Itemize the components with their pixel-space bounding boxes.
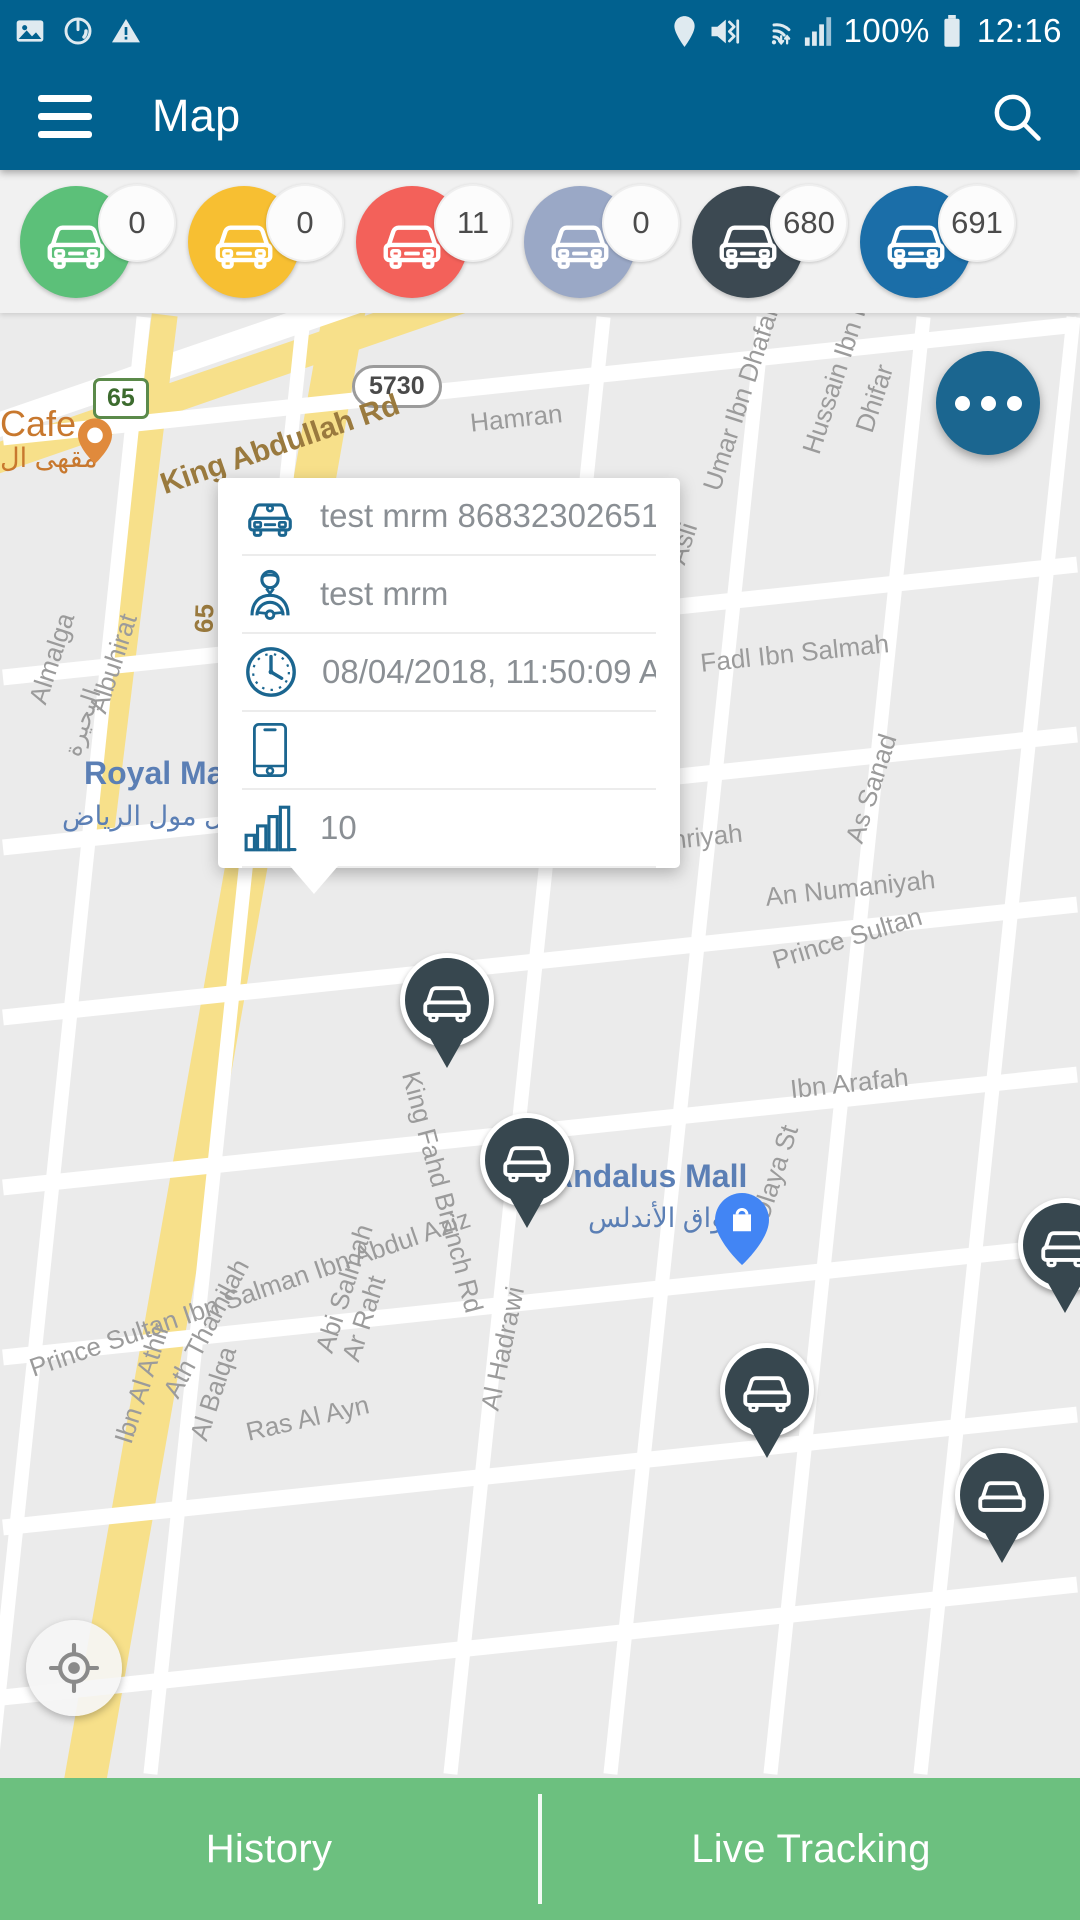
- poi-label-andalus-mall: Andalus Mall: [550, 1158, 748, 1194]
- shopping-mall-pin-icon[interactable]: [714, 1193, 770, 1265]
- status-bar-right-icons: 100% 12:16: [671, 12, 1063, 50]
- info-row-driver: test mrm: [242, 556, 656, 634]
- signal-bars-icon: [242, 798, 298, 858]
- timestamp-value: 08/04/2018, 11:50:09 AM: [322, 653, 656, 690]
- chip-count-grey-blue: 0: [602, 183, 680, 262]
- poi-label-cafe: Cafe: [0, 403, 77, 444]
- vehicle-map-pin[interactable]: [720, 1343, 814, 1437]
- road-label: Prince Sultan Ibn Salman Ibn Abdul Aziz: [25, 1203, 475, 1383]
- road-label: As Sanad: [839, 730, 903, 847]
- driver-name-value: test mrm: [320, 575, 449, 612]
- search-icon[interactable]: [986, 86, 1046, 146]
- more-options-icon: [980, 395, 996, 411]
- power-sync-icon: [64, 17, 92, 45]
- road-label: Almalga: [22, 609, 81, 708]
- info-row-timestamp: 08/04/2018, 11:50:09 AM: [242, 634, 656, 712]
- chip-count-blue: 691: [938, 183, 1016, 262]
- clock-icon: [242, 642, 300, 702]
- street: [763, 316, 931, 1775]
- card-pointer-tail: [290, 866, 338, 894]
- info-row-signal: 10: [242, 790, 656, 868]
- tab-history[interactable]: History: [0, 1827, 538, 1872]
- mute-vibrate-icon: [711, 18, 739, 44]
- car-icon: [242, 486, 298, 546]
- image-icon: [16, 20, 44, 42]
- wifi-icon: [771, 22, 790, 45]
- road-label: 65: [188, 603, 220, 634]
- my-location-icon: [48, 1642, 100, 1694]
- my-location-button[interactable]: [26, 1620, 122, 1716]
- road-label: Dhifar: [849, 360, 900, 436]
- smartphone-icon: [242, 720, 298, 780]
- tab-live-tracking[interactable]: Live Tracking: [542, 1827, 1080, 1872]
- warning-icon: [112, 19, 140, 43]
- vehicle-status-filter-bar[interactable]: 0 0 11 0 680 691: [0, 170, 1080, 313]
- status-chip-amber[interactable]: 0: [188, 183, 344, 298]
- chip-count-dark: 680: [770, 183, 848, 262]
- chip-count-red: 11: [434, 183, 512, 262]
- status-bar-left-icons: [14, 15, 142, 47]
- info-row-vehicle: test mrm 868323026518156: [242, 478, 656, 556]
- location-pin-icon: [673, 15, 695, 47]
- chip-count-amber: 0: [266, 183, 344, 262]
- status-chip-green[interactable]: 0: [20, 183, 176, 298]
- status-chip-blue[interactable]: 691: [860, 183, 1016, 298]
- road-label: Prince Sultan: [768, 901, 926, 975]
- status-chip-dark[interactable]: 680: [692, 183, 848, 298]
- hamburger-menu-icon[interactable]: [38, 94, 92, 138]
- more-options-icon: [954, 395, 970, 411]
- driver-icon: [242, 564, 298, 624]
- signal-bars-icon: [804, 16, 831, 46]
- tab-divider: [538, 1794, 542, 1904]
- vehicle-info-card[interactable]: test mrm 868323026518156 test mrm: [218, 478, 680, 894]
- clock-label: 12:16: [976, 12, 1062, 49]
- vehicle-name-value: test mrm 868323026518156: [320, 497, 656, 534]
- vehicle-map-pin[interactable]: [480, 1113, 574, 1207]
- vehicle-map-pin[interactable]: [1018, 1198, 1080, 1292]
- bottom-tab-bar: History Live Tracking: [0, 1778, 1080, 1920]
- more-options-button[interactable]: [936, 351, 1040, 455]
- chip-page-indicator-dot: [928, 275, 942, 289]
- route-shield-65: 65: [93, 378, 149, 419]
- more-options-icon: [1006, 395, 1022, 411]
- status-chip-grey-blue[interactable]: 0: [524, 183, 680, 298]
- status-bar: 100% 12:16: [0, 0, 1080, 62]
- app-bar: Map: [0, 62, 1080, 170]
- battery-percent-label: 100%: [843, 12, 930, 49]
- chip-count-green: 0: [98, 183, 176, 262]
- road-label: King Fahd Branch Rd: [396, 1068, 490, 1316]
- status-chip-red[interactable]: 11: [356, 183, 512, 298]
- cafe-marker-icon: [78, 418, 112, 464]
- signal-value: 10: [320, 809, 357, 846]
- page-title: Map: [152, 90, 241, 141]
- vehicle-map-pin[interactable]: [955, 1448, 1049, 1542]
- battery-icon: [944, 14, 960, 47]
- road-label: Ras Al Ayn: [243, 1389, 372, 1447]
- road-label: Hamran: [468, 398, 564, 438]
- info-row-phone: [242, 712, 656, 790]
- vehicle-map-pin[interactable]: [400, 953, 494, 1047]
